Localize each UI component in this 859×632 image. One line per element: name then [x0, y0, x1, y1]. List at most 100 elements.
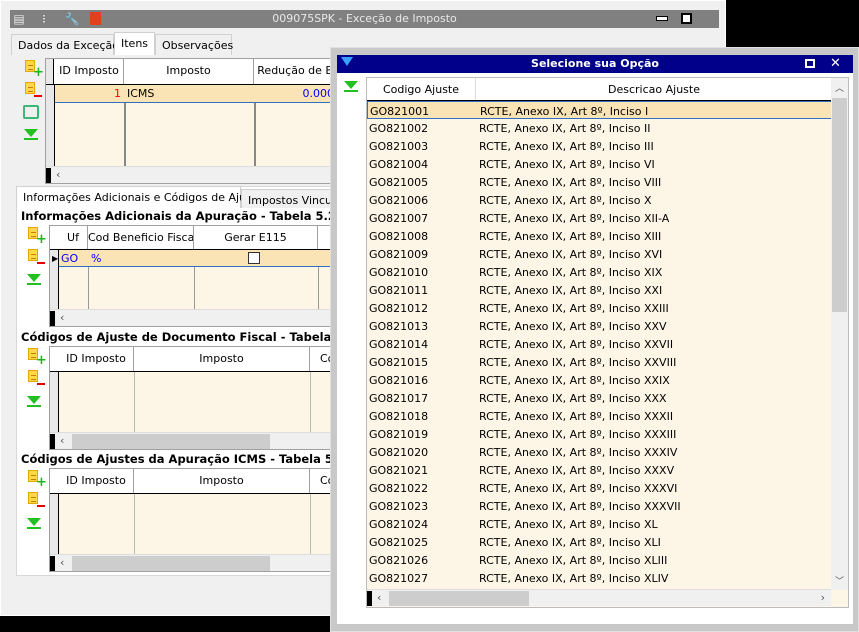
- option-row[interactable]: GO821020 RCTE, Anexo IX, Art 8º, Inciso X…: [367, 443, 832, 461]
- move-down-icon[interactable]: [27, 274, 41, 286]
- col-uf[interactable]: Uf: [59, 226, 88, 249]
- descricao-ajuste-cell: RCTE, Anexo IX, Art 8º, Inciso XXI: [479, 284, 663, 297]
- codigo-ajuste-cell: GO821005: [369, 176, 429, 189]
- move-down-icon[interactable]: [27, 396, 41, 408]
- codigo-ajuste-cell: GO821004: [369, 158, 429, 171]
- col-gerar-e115[interactable]: Gerar E115: [194, 226, 318, 249]
- tab-observacoes[interactable]: Observações: [155, 34, 233, 55]
- col-codigo[interactable]: Co: [310, 347, 330, 371]
- horizontal-scrollbar[interactable]: ‹: [50, 432, 330, 449]
- dialog-body: Codigo Ajuste Descricao Ajuste GO821001 R…: [337, 73, 853, 624]
- option-row[interactable]: GO821005 RCTE, Anexo IX, Art 8º, Inciso V…: [367, 173, 832, 191]
- option-row[interactable]: GO821026 RCTE, Anexo IX, Art 8º, Inciso X…: [367, 551, 832, 569]
- dialog-title: Selecione sua Opção: [531, 57, 659, 70]
- col-codigo[interactable]: Co: [310, 469, 330, 493]
- tab-impostos-vinculados[interactable]: Impostos Vinculad: [241, 189, 349, 208]
- option-row[interactable]: GO821014 RCTE, Anexo IX, Art 8º, Inciso X…: [367, 335, 832, 353]
- option-row[interactable]: GO821012 RCTE, Anexo IX, Art 8º, Inciso X…: [367, 299, 832, 317]
- col-imposto[interactable]: Imposto: [134, 469, 310, 493]
- option-row[interactable]: GO821004 RCTE, Anexo IX, Art 8º, Inciso V…: [367, 155, 832, 173]
- col-id-imposto[interactable]: ID Imposto: [59, 347, 134, 371]
- descricao-ajuste-cell: RCTE, Anexo IX, Art 8º, Inciso X: [479, 194, 652, 207]
- horizontal-scrollbar[interactable]: ‹ ›: [367, 589, 831, 606]
- add-row-icon[interactable]: +: [26, 348, 47, 367]
- remove-row-icon[interactable]: [26, 492, 45, 510]
- option-row[interactable]: GO821010 RCTE, Anexo IX, Art 8º, Inciso X…: [367, 263, 832, 281]
- maximize-button[interactable]: [805, 59, 815, 68]
- scroll-thumb[interactable]: [72, 556, 270, 571]
- remove-row-icon[interactable]: [26, 370, 45, 388]
- col-reducao[interactable]: Redução de Ba: [254, 59, 330, 84]
- tab-informacoes-adicionais[interactable]: Informações Adicionais e Códigos de Ajus…: [16, 186, 263, 208]
- add-row-icon[interactable]: +: [26, 470, 47, 489]
- col-codigo-ajuste[interactable]: Codigo Ajuste: [367, 78, 476, 100]
- option-row[interactable]: GO821016 RCTE, Anexo IX, Art 8º, Inciso X…: [367, 371, 832, 389]
- remove-row-icon[interactable]: [26, 249, 45, 267]
- minimize-button[interactable]: [656, 16, 668, 21]
- move-down-icon[interactable]: [27, 518, 41, 530]
- descricao-ajuste-cell: RCTE, Anexo IX, Art 8º, Inciso XLIV: [479, 572, 669, 585]
- table-row[interactable]: GO %: [59, 250, 330, 267]
- scroll-thumb[interactable]: [72, 434, 270, 449]
- maximize-button[interactable]: [681, 13, 692, 24]
- option-row[interactable]: GO821023 RCTE, Anexo IX, Art 8º, Inciso X…: [367, 497, 832, 515]
- scroll-thumb[interactable]: [832, 98, 847, 312]
- descricao-ajuste-cell: RCTE, Anexo IX, Art 8º, Inciso XXX: [479, 392, 667, 405]
- descricao-ajuste-cell: RCTE, Anexo IX, Art 8º, Inciso XIX: [479, 266, 663, 279]
- export-icon[interactable]: [23, 105, 39, 119]
- dialog-title-bar[interactable]: Selecione sua Opção ✕: [337, 55, 853, 73]
- col-id-imposto[interactable]: ID Imposto: [59, 469, 134, 493]
- option-row[interactable]: GO821003 RCTE, Anexo IX, Art 8º, Inciso I…: [367, 137, 832, 155]
- tab-dados-da-excecao[interactable]: Dados da Exceção: [11, 34, 119, 55]
- option-row[interactable]: GO821001 RCTE, Anexo IX, Art 8º, Inciso I: [367, 101, 832, 119]
- option-row[interactable]: GO821018 RCTE, Anexo IX, Art 8º, Inciso X…: [367, 407, 832, 425]
- col-id-imposto[interactable]: ID Imposto: [55, 59, 124, 84]
- option-row[interactable]: GO821025 RCTE, Anexo IX, Art 8º, Inciso X…: [367, 533, 832, 551]
- add-row-icon[interactable]: +: [26, 227, 47, 246]
- move-down-icon[interactable]: [24, 129, 38, 141]
- codigo-ajuste-cell: GO821016: [369, 374, 429, 387]
- col-cod-beneficio[interactable]: Cod Beneficio Fiscal: [88, 226, 194, 249]
- add-row-icon[interactable]: +: [23, 60, 44, 79]
- option-row[interactable]: GO821019 RCTE, Anexo IX, Art 8º, Inciso X…: [367, 425, 832, 443]
- tab-itens[interactable]: Itens: [114, 32, 155, 55]
- codigo-ajuste-cell: GO821022: [369, 482, 429, 495]
- codigo-ajuste-cell: GO821008: [369, 230, 429, 243]
- gerar-e115-checkbox[interactable]: [248, 252, 260, 264]
- descricao-ajuste-cell: RCTE, Anexo IX, Art 8º, Inciso I: [480, 105, 649, 118]
- col-imposto[interactable]: Imposto: [134, 347, 310, 371]
- option-row[interactable]: GO821015 RCTE, Anexo IX, Art 8º, Inciso X…: [367, 353, 832, 371]
- ajuste-documento-grid: ID Imposto Imposto Co ‹: [49, 346, 331, 450]
- option-row[interactable]: GO821006 RCTE, Anexo IX, Art 8º, Inciso X: [367, 191, 832, 209]
- remove-row-icon[interactable]: [23, 82, 42, 100]
- option-row[interactable]: GO821017 RCTE, Anexo IX, Art 8º, Inciso X…: [367, 389, 832, 407]
- option-row[interactable]: GO821024 RCTE, Anexo IX, Art 8º, Inciso X…: [367, 515, 832, 533]
- horizontal-scrollbar[interactable]: ‹: [50, 554, 330, 571]
- codigo-ajuste-cell: GO821024: [369, 518, 429, 531]
- option-row[interactable]: GO821021 RCTE, Anexo IX, Art 8º, Inciso X…: [367, 461, 832, 479]
- table-row[interactable]: 1 ICMS 0.0000: [55, 85, 330, 103]
- move-down-icon[interactable]: [344, 81, 358, 93]
- descricao-ajuste-cell: RCTE, Anexo IX, Art 8º, Inciso XXXV: [479, 464, 675, 477]
- close-button[interactable]: ✕: [830, 56, 841, 71]
- main-title-bar[interactable]: ▤ ⁝ 🔧 009075SPK - Exceção de Imposto: [10, 10, 719, 28]
- col-descricao-ajuste[interactable]: Descricao Ajuste: [476, 78, 832, 100]
- descricao-ajuste-cell: RCTE, Anexo IX, Art 8º, Inciso XXIX: [479, 374, 670, 387]
- section-title-tabela-5-1-1: Códigos de Ajustes da Apuração ICMS - Ta…: [21, 452, 358, 466]
- horizontal-scrollbar[interactable]: ‹: [50, 309, 330, 326]
- vertical-scrollbar[interactable]: ︿ ﹀: [831, 78, 848, 590]
- option-row[interactable]: GO821008 RCTE, Anexo IX, Art 8º, Inciso X…: [367, 227, 832, 245]
- col-imposto[interactable]: Imposto: [124, 59, 254, 84]
- codigo-ajuste-cell: GO821010: [369, 266, 429, 279]
- option-row[interactable]: GO821002 RCTE, Anexo IX, Art 8º, Inciso I…: [367, 119, 832, 137]
- filter-icon[interactable]: [341, 57, 353, 66]
- horizontal-scrollbar[interactable]: ‹: [46, 166, 330, 183]
- option-row[interactable]: GO821022 RCTE, Anexo IX, Art 8º, Inciso X…: [367, 479, 832, 497]
- option-row[interactable]: GO821009 RCTE, Anexo IX, Art 8º, Inciso X…: [367, 245, 832, 263]
- option-row[interactable]: GO821007 RCTE, Anexo IX, Art 8º, Inciso X…: [367, 209, 832, 227]
- option-row[interactable]: GO821013 RCTE, Anexo IX, Art 8º, Inciso X…: [367, 317, 832, 335]
- option-row[interactable]: GO821011 RCTE, Anexo IX, Art 8º, Inciso X…: [367, 281, 832, 299]
- scroll-thumb[interactable]: [389, 591, 529, 606]
- codigo-ajuste-cell: GO821025: [369, 536, 429, 549]
- option-row[interactable]: GO821027 RCTE, Anexo IX, Art 8º, Inciso X…: [367, 569, 832, 587]
